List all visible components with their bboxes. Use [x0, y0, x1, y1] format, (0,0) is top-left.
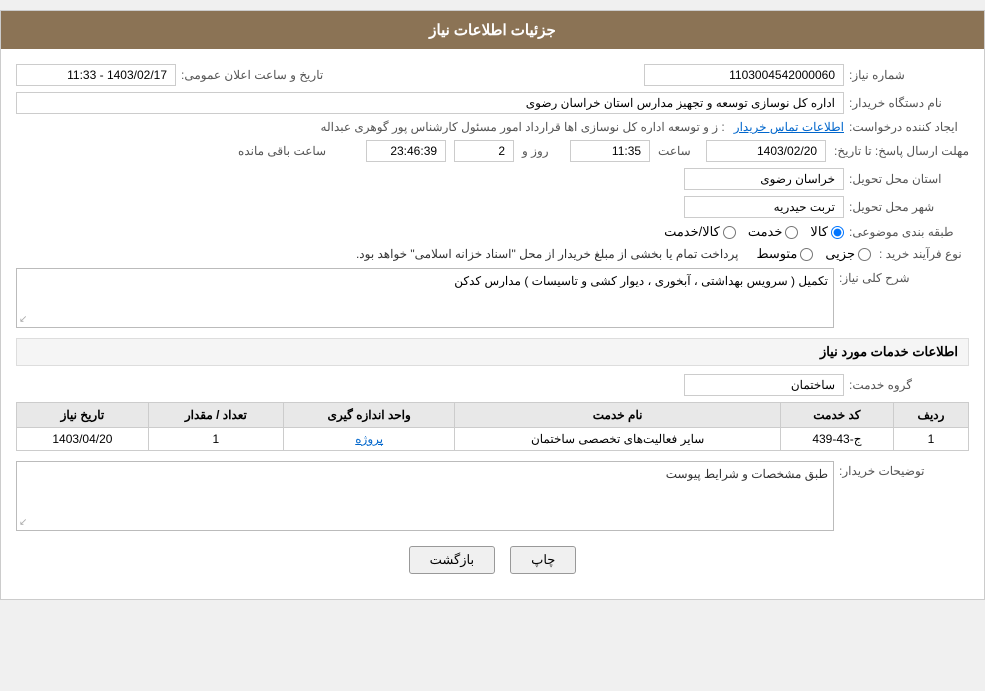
- radio-jozee-label: جزیی: [825, 246, 855, 262]
- category-row: طبقه بندی موضوعی: کالا/خدمت خدمت کالا: [16, 224, 969, 240]
- cell-code: ج-43-439: [780, 428, 893, 451]
- radio-motavasset-label: متوسط: [756, 246, 797, 262]
- need-number-label: شماره نیاز:: [849, 68, 969, 82]
- need-description-row: شرح کلی نیاز: تکمیل ( سرویس بهداشتی ، آب…: [16, 268, 969, 328]
- radio-kala-input[interactable]: [831, 226, 844, 239]
- creator-label: ایجاد کننده درخواست:: [849, 120, 969, 134]
- page-title: جزئیات اطلاعات نیاز: [429, 22, 556, 39]
- process-radio-group: متوسط جزیی: [756, 246, 871, 262]
- deadline-days: 2: [454, 140, 514, 162]
- radio-motavasset[interactable]: متوسط: [756, 246, 813, 262]
- radio-khedmat-input[interactable]: [785, 226, 798, 239]
- buyer-name-row: نام دستگاه خریدار: اداره کل نوسازی توسعه…: [16, 92, 969, 114]
- radio-motavasset-input[interactable]: [800, 248, 813, 261]
- resize-handle-icon[interactable]: ↙: [19, 314, 27, 325]
- col-date: تاریخ نیاز: [17, 403, 149, 428]
- deadline-days-label: روز و: [522, 144, 562, 158]
- page-header: جزئیات اطلاعات نیاز: [1, 11, 984, 49]
- city-row: شهر محل تحویل: تربت حیدریه: [16, 196, 969, 218]
- cell-date: 1403/04/20: [17, 428, 149, 451]
- col-count: تعداد / مقدار: [148, 403, 283, 428]
- service-group-row: گروه خدمت: ساختمان: [16, 374, 969, 396]
- category-label: طبقه بندی موضوعی:: [849, 225, 969, 239]
- cell-unit[interactable]: پروژه: [283, 428, 454, 451]
- creator-contact-link[interactable]: اطلاعات تماس خریدار: [734, 120, 844, 134]
- deadline-label: مهلت ارسال پاسخ: تا تاریخ:: [834, 144, 969, 158]
- services-table: ردیف کد خدمت نام خدمت واحد اندازه گیری ت…: [16, 402, 969, 451]
- province-row: استان محل تحویل: خراسان رضوی: [16, 168, 969, 190]
- deadline-time-label: ساعت: [658, 144, 698, 158]
- radio-jozee-input[interactable]: [858, 248, 871, 261]
- buyer-notes-row: توضیحات خریدار: طبق مشخصات و شرایط پیوست…: [16, 461, 969, 531]
- radio-khedmat[interactable]: خدمت: [748, 224, 799, 240]
- cell-count: 1: [148, 428, 283, 451]
- deadline-row: مهلت ارسال پاسخ: تا تاریخ: 1403/02/20 سا…: [16, 140, 969, 162]
- process-label: نوع فرآیند خرید :: [879, 247, 969, 261]
- province-label: استان محل تحویل:: [849, 172, 969, 186]
- process-row: نوع فرآیند خرید : متوسط جزیی پرداخت تمام…: [16, 246, 969, 262]
- deadline-date: 1403/02/20: [706, 140, 826, 162]
- announcement-date-value: 1403/02/17 - 11:33: [16, 64, 176, 86]
- buyer-name-label: نام دستگاه خریدار:: [849, 96, 969, 110]
- need-number-value: 1103004542000060: [644, 64, 844, 86]
- col-name: نام خدمت: [455, 403, 780, 428]
- col-unit: واحد اندازه گیری: [283, 403, 454, 428]
- city-value: تربت حیدریه: [684, 196, 844, 218]
- radio-jozee[interactable]: جزیی: [825, 246, 871, 262]
- table-header-row: ردیف کد خدمت نام خدمت واحد اندازه گیری ت…: [17, 403, 969, 428]
- process-note: پرداخت تمام یا بخشی از مبلغ خریدار از مح…: [356, 247, 739, 261]
- announcement-date-label: تاریخ و ساعت اعلان عمومی:: [181, 68, 323, 82]
- radio-kala[interactable]: کالا: [810, 224, 844, 240]
- print-button[interactable]: چاپ: [510, 546, 576, 574]
- province-value: خراسان رضوی: [684, 168, 844, 190]
- table-row: 1 ج-43-439 سایر فعالیت‌های تخصصی ساختمان…: [17, 428, 969, 451]
- deadline-remaining-label: ساعت باقی مانده: [238, 144, 358, 158]
- need-description-field: تکمیل ( سرویس بهداشتی ، آبخوری ، دیوار ک…: [16, 268, 834, 328]
- action-buttons: چاپ بازگشت: [16, 546, 969, 574]
- col-code: کد خدمت: [780, 403, 893, 428]
- radio-kala-khedmat[interactable]: کالا/خدمت: [664, 224, 736, 240]
- col-radif: ردیف: [893, 403, 968, 428]
- buyer-notes-box: طبق مشخصات و شرایط پیوست ↙: [16, 461, 834, 531]
- deadline-time: 11:35: [570, 140, 650, 162]
- buyer-notes-value: طبق مشخصات و شرایط پیوست: [666, 467, 828, 481]
- buyer-notes-resize-handle[interactable]: ↙: [19, 517, 27, 528]
- creator-row: ایجاد کننده درخواست: اطلاعات تماس خریدار…: [16, 120, 969, 134]
- cell-radif: 1: [893, 428, 968, 451]
- service-group-value: ساختمان: [684, 374, 844, 396]
- need-description-value: تکمیل ( سرویس بهداشتی ، آبخوری ، دیوار ک…: [454, 274, 828, 288]
- radio-kala-khedmat-input[interactable]: [723, 226, 736, 239]
- content-area: شماره نیاز: 1103004542000060 تاریخ و ساع…: [1, 49, 984, 599]
- radio-kala-label: کالا: [810, 224, 828, 240]
- back-button[interactable]: بازگشت: [409, 546, 495, 574]
- city-label: شهر محل تحویل:: [849, 200, 969, 214]
- need-description-label: شرح کلی نیاز:: [839, 268, 969, 285]
- category-radio-group: کالا/خدمت خدمت کالا: [664, 224, 844, 240]
- service-group-label: گروه خدمت:: [849, 378, 969, 392]
- buyer-notes-label: توضیحات خریدار:: [839, 461, 969, 478]
- need-description-box: تکمیل ( سرویس بهداشتی ، آبخوری ، دیوار ک…: [16, 268, 834, 328]
- buyer-notes-field: طبق مشخصات و شرایط پیوست ↙: [16, 461, 834, 531]
- need-number-row: شماره نیاز: 1103004542000060 تاریخ و ساع…: [16, 64, 969, 86]
- page-container: جزئیات اطلاعات نیاز شماره نیاز: 11030045…: [0, 10, 985, 600]
- cell-name: سایر فعالیت‌های تخصصی ساختمان: [455, 428, 780, 451]
- radio-khedmat-label: خدمت: [748, 224, 783, 240]
- radio-kala-khedmat-label: کالا/خدمت: [664, 224, 720, 240]
- deadline-remaining: 23:46:39: [366, 140, 446, 162]
- buyer-name-value: اداره کل نوسازی توسعه و تجهیز مدارس استا…: [16, 92, 844, 114]
- services-section-title: اطلاعات خدمات مورد نیاز: [16, 338, 969, 366]
